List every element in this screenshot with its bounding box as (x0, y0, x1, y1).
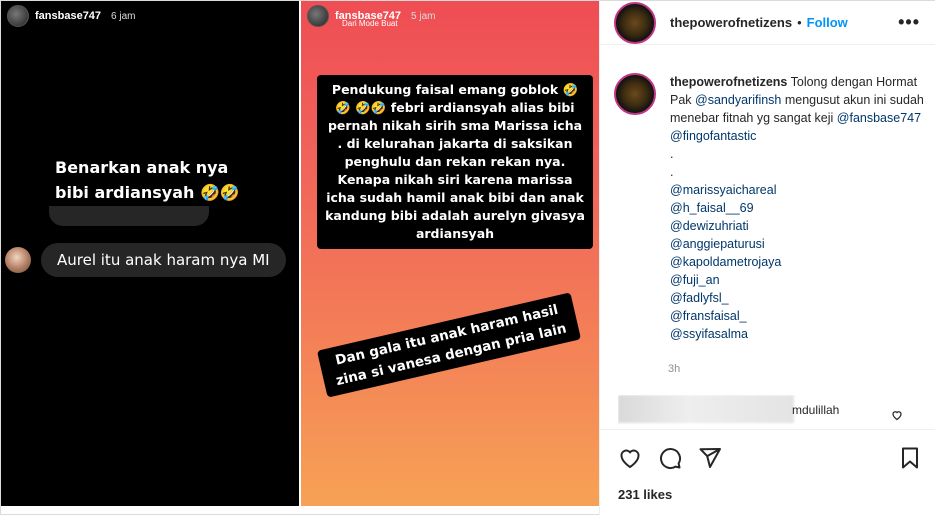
comment-text: mdulillah (792, 403, 840, 417)
blurred-comment (618, 395, 794, 423)
mention-link[interactable]: @sandyarifinsh (695, 93, 781, 107)
story-screenshot-left: fansbase747 6 jam Benarkan anak nya bibi… (1, 1, 299, 506)
mention-link[interactable]: @kapoldametrojaya (670, 253, 924, 271)
post-username[interactable]: thepowerofnetizens (670, 15, 792, 30)
mention-list: @marissyaichareal @h_faisal__69 @dewizuh… (670, 181, 924, 343)
post-side-panel: thepowerofnetizens • Follow ••• thepower… (599, 1, 935, 515)
comment-like-icon[interactable] (891, 409, 903, 421)
chat-avatar (5, 247, 31, 273)
follow-button[interactable]: Follow (807, 15, 848, 30)
profile-avatar[interactable] (614, 1, 656, 44)
action-bar (600, 429, 935, 485)
mention-link[interactable]: @fansbase747 (837, 111, 921, 125)
story-avatar (7, 5, 29, 27)
comment-row: mdulillah (618, 395, 918, 425)
mention-link[interactable]: @h_faisal__69 (670, 199, 924, 217)
heart-icon[interactable] (618, 446, 642, 470)
mention-link[interactable]: @anggiepaturusi (670, 235, 924, 253)
mention-link[interactable]: @fuji_an (670, 271, 924, 289)
caption-avatar[interactable] (614, 73, 656, 115)
story-subtitle: Dari Mode Buat (342, 19, 398, 28)
caption-text: thepowerofnetizens Tolong dengan Hormat … (670, 73, 924, 343)
post-caption: thepowerofnetizens Tolong dengan Hormat … (614, 73, 924, 343)
likes-count[interactable]: 231 likes (618, 487, 672, 502)
mention-link[interactable]: @fadlyfsl_ (670, 289, 924, 307)
post-media[interactable]: fansbase747 6 jam Benarkan anak nya bibi… (1, 1, 599, 506)
mention-link[interactable]: @ssyifasalma (670, 325, 924, 343)
caption-username[interactable]: thepowerofnetizens (670, 75, 787, 89)
chat-message-row: Aurel itu anak haram nya MI (5, 243, 286, 277)
chat-bubble-faded (49, 206, 209, 226)
story-header-left: fansbase747 6 jam (7, 5, 136, 27)
story-time: 6 jam (111, 10, 136, 22)
story-caption-main: Pendukung faisal emang goblok 🤣🤣 🤣🤣 febr… (317, 75, 593, 249)
chat-message: Aurel itu anak haram nya MI (41, 243, 286, 277)
story-avatar (307, 5, 329, 27)
mention-link[interactable]: @fingofantastic (670, 129, 756, 143)
mention-link[interactable]: @fransfaisal_ (670, 307, 924, 325)
post-header: thepowerofnetizens • Follow ••• (600, 1, 935, 45)
caption-dot: . (670, 165, 674, 179)
mention-link[interactable]: @dewizuhriati (670, 217, 924, 235)
more-options-icon[interactable]: ••• (898, 12, 920, 33)
instagram-post: fansbase747 6 jam Benarkan anak nya bibi… (0, 0, 935, 515)
post-time[interactable]: 3h (668, 363, 680, 375)
story-time: 5 jam (411, 10, 436, 22)
story-username: fansbase747 (35, 10, 102, 22)
share-icon[interactable] (698, 446, 722, 470)
mention-link[interactable]: @marissyaichareal (670, 181, 924, 199)
caption-dot: . (670, 147, 674, 161)
comment-icon[interactable] (658, 446, 682, 470)
bookmark-icon[interactable] (898, 446, 922, 470)
separator-dot: • (797, 15, 802, 30)
